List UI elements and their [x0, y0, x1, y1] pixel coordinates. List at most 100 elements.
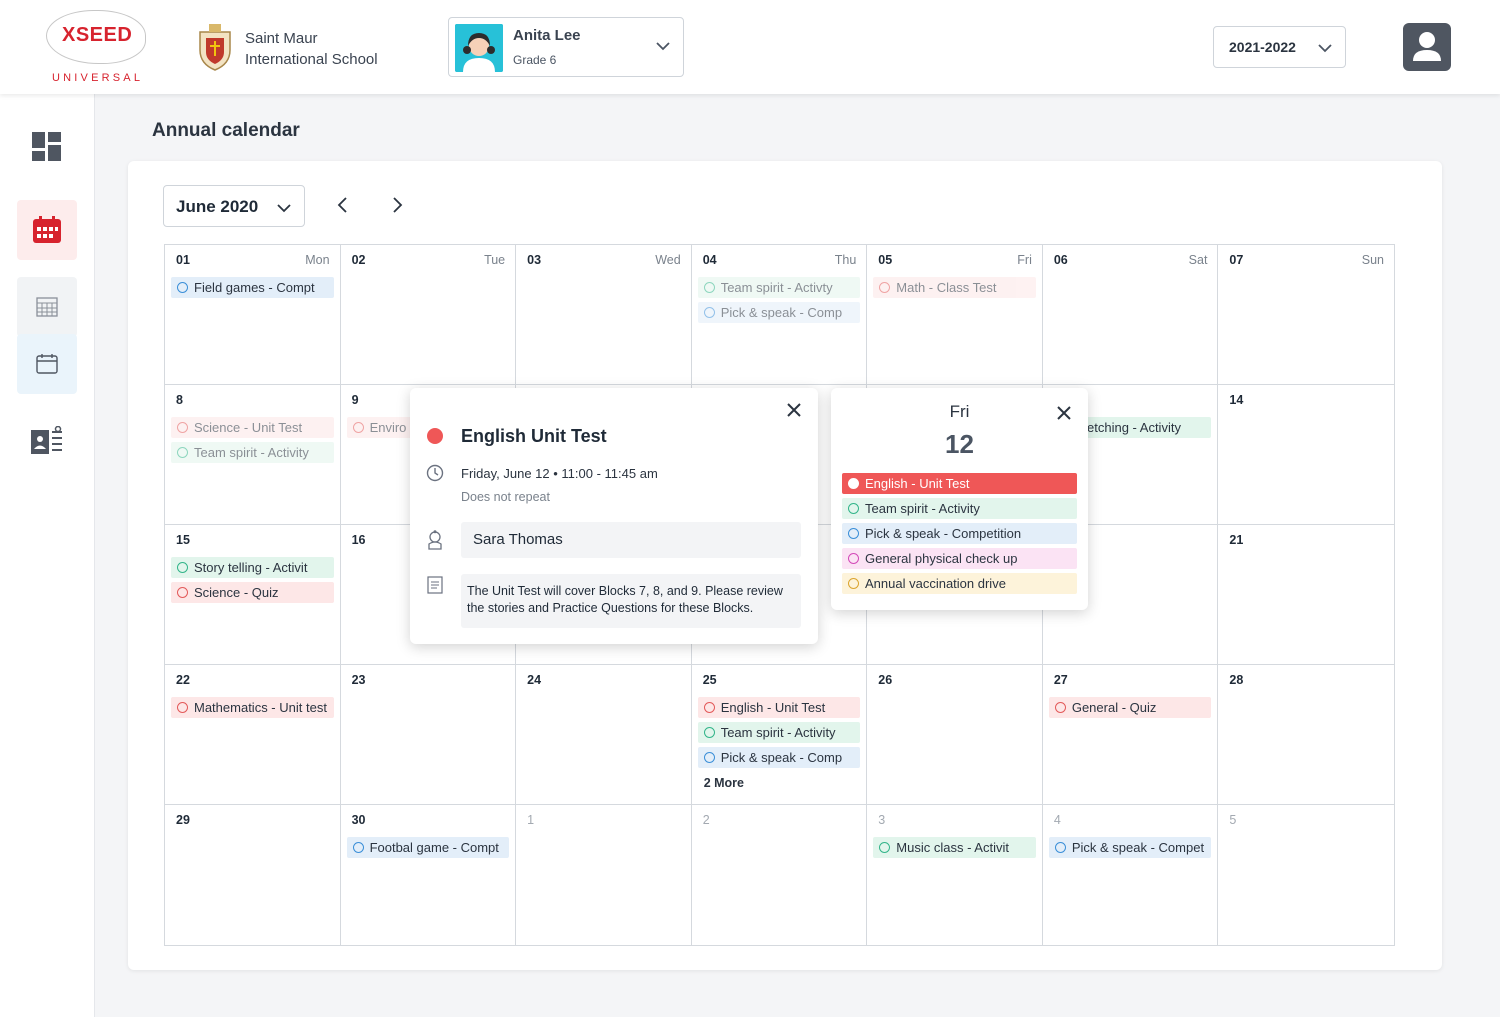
more-events-link[interactable]: 2 More — [698, 776, 861, 790]
event-label: Pick & speak - Compet — [1071, 840, 1205, 855]
day-number: 25 — [702, 673, 717, 687]
day-cell[interactable]: 4 Pick & speak - Compet — [1043, 805, 1219, 945]
event-status-icon — [703, 307, 715, 318]
event-chip[interactable]: Pick & speak - Compet — [1048, 837, 1212, 858]
day-cell[interactable]: 15 Story telling - Activit Science - Quiz — [165, 525, 341, 665]
event-label: Music class - Activit — [896, 840, 1009, 855]
day-number: 03 — [527, 253, 542, 267]
nav-calendar[interactable] — [17, 200, 77, 260]
event-chip[interactable]: Footbal game - Compt — [346, 837, 510, 858]
event-chip[interactable]: Pick & speak - Comp — [697, 747, 861, 768]
planner-icon — [36, 354, 58, 374]
day-number: 01 — [176, 253, 190, 267]
event-chip[interactable]: General - Quiz — [1048, 697, 1212, 718]
close-icon[interactable] — [784, 400, 804, 420]
day-cell[interactable]: 03 Wed — [516, 245, 692, 385]
day-cell[interactable]: 25 English - Unit Test Team spirit - Activ… — [691, 665, 868, 805]
event-label: General - Quiz — [1071, 700, 1157, 715]
event-chip[interactable]: Pick & speak - Comp — [697, 302, 861, 323]
day-cell[interactable]: 14 — [1218, 385, 1394, 525]
weekday-label: Sun — [1361, 253, 1384, 267]
day-event-item[interactable]: English - Unit Test — [842, 473, 1077, 494]
day-cell[interactable]: 8 Science - Unit Test Team spirit - Activi… — [165, 385, 341, 525]
day-number: 1 — [527, 813, 535, 827]
day-cell[interactable]: 06 Sat — [1042, 245, 1219, 385]
weekday-label: Tue — [484, 253, 506, 267]
day-event-item[interactable]: Team spirit - Activity — [842, 498, 1077, 519]
event-note: The Unit Test will cover Blocks 7, 8, an… — [461, 574, 801, 628]
event-status-icon — [848, 553, 859, 564]
event-status-icon — [879, 842, 891, 853]
day-cell[interactable]: 04 Thu Team spirit - Activty Pick & speak -… — [691, 245, 868, 385]
event-status-icon — [177, 562, 188, 573]
event-repeat: Does not repeat — [461, 490, 550, 504]
event-chip[interactable]: Music class - Activit — [873, 837, 1036, 858]
event-label: Footbal game - Compt — [369, 840, 499, 855]
chevron-down-icon — [277, 204, 291, 213]
day-cell[interactable]: 28 — [1218, 665, 1394, 805]
event-chip[interactable]: Team spirit - Activity — [697, 722, 861, 743]
day-cell[interactable]: 02 Tue — [340, 245, 517, 385]
day-cell[interactable]: 07 Sun — [1218, 245, 1394, 385]
note-icon — [427, 576, 443, 594]
event-status-icon — [352, 842, 364, 853]
weekday-label: Thu — [834, 253, 857, 267]
day-cell[interactable]: 30 Footbal game - Compt — [341, 805, 517, 945]
day-number: 29 — [176, 813, 190, 827]
event-status-icon — [848, 478, 859, 489]
nav-reports[interactable] — [17, 411, 77, 471]
event-chip[interactable]: Science - Quiz — [171, 582, 334, 603]
academic-year-value: 2021-2022 — [1229, 39, 1296, 55]
event-status-icon — [177, 587, 188, 598]
student-selector[interactable]: Anita Lee Grade 6 — [448, 17, 684, 77]
day-number: 3 — [878, 813, 886, 827]
dashboard-icon — [32, 132, 61, 161]
day-cell[interactable]: 01 Mon Field games - Compt — [165, 245, 341, 385]
user-icon — [1413, 32, 1441, 61]
academic-year-select[interactable]: 2021-2022 — [1213, 26, 1346, 68]
month-select[interactable]: June 2020 — [163, 185, 305, 227]
day-cell[interactable]: 2 — [692, 805, 868, 945]
event-label: Annual vaccination drive — [865, 576, 1006, 591]
brand-sub: UNIVERSAL — [52, 72, 144, 84]
event-chip[interactable]: Field games - Compt — [171, 277, 334, 298]
nav-timetable[interactable] — [17, 277, 77, 337]
day-cell[interactable]: 24 — [516, 665, 692, 805]
day-cell[interactable]: 27 General - Quiz — [1042, 665, 1219, 805]
day-number: 22 — [176, 673, 190, 687]
event-chip[interactable]: Math - Class Test — [873, 277, 1036, 298]
day-cell[interactable]: 21 — [1218, 525, 1394, 665]
next-month-button[interactable] — [385, 193, 409, 217]
day-cell[interactable]: 22 Mathematics - Unit test — [165, 665, 341, 805]
day-event-item[interactable]: Annual vaccination drive — [842, 573, 1077, 594]
nav-dashboard[interactable] — [17, 117, 77, 177]
event-chip[interactable]: Team spirit - Activity — [171, 442, 334, 463]
user-profile-button[interactable] — [1403, 23, 1451, 71]
day-event-item[interactable]: General physical check up — [842, 548, 1077, 569]
day-cell[interactable]: 26 — [867, 665, 1043, 805]
event-label: Science - Quiz — [194, 585, 279, 600]
nav-events[interactable] — [17, 334, 77, 394]
previous-month-button[interactable] — [331, 193, 355, 217]
event-label: Field games - Compt — [194, 280, 315, 295]
day-cell[interactable]: 23 — [340, 665, 517, 805]
chevron-left-icon — [337, 197, 347, 213]
event-chip[interactable]: Science - Unit Test — [171, 417, 334, 438]
day-cell[interactable]: 05 Fri Math - Class Test — [867, 245, 1043, 385]
day-cell[interactable]: 1 — [516, 805, 692, 945]
day-event-item[interactable]: Pick & speak - Competition — [842, 523, 1077, 544]
event-chip[interactable]: Team spirit - Activty — [697, 277, 861, 298]
event-status-icon — [848, 503, 859, 514]
day-cell[interactable]: 5 — [1218, 805, 1394, 945]
event-title: English Unit Test — [461, 426, 607, 446]
close-icon[interactable] — [1054, 403, 1074, 423]
event-chip[interactable]: English - Unit Test — [697, 697, 861, 718]
event-chip[interactable]: Mathematics - Unit test — [171, 697, 334, 718]
left-sidebar — [0, 94, 95, 1017]
day-number: 16 — [351, 533, 366, 547]
event-status-icon — [1054, 702, 1066, 713]
day-cell[interactable]: 29 — [165, 805, 341, 945]
day-cell[interactable]: 3 Music class - Activit — [867, 805, 1043, 945]
event-chip[interactable]: Story telling - Activit — [171, 557, 334, 578]
event-status-icon — [177, 422, 188, 433]
